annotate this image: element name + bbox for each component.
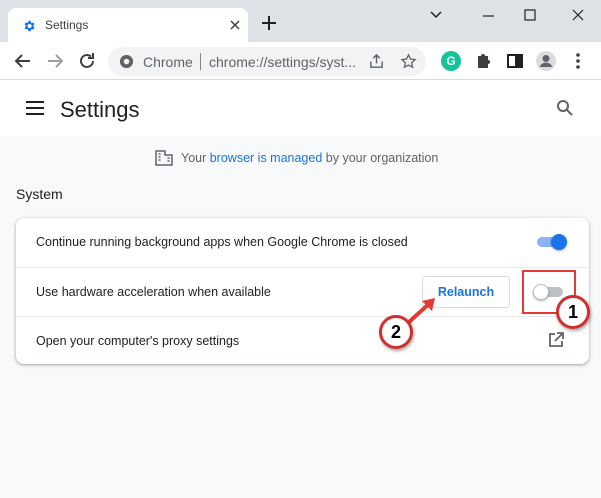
toggle-knob — [551, 234, 567, 250]
external-link-icon[interactable] — [547, 331, 565, 349]
building-icon — [155, 150, 173, 166]
side-panel-icon[interactable] — [504, 50, 526, 72]
grammarly-extension-icon[interactable]: G — [441, 51, 461, 71]
reload-icon[interactable] — [76, 50, 98, 72]
puzzle-icon[interactable] — [472, 50, 494, 72]
profile-avatar-icon[interactable] — [535, 50, 557, 72]
tab-title: Settings — [45, 18, 89, 32]
managed-suffix: by your organization — [322, 151, 439, 165]
maximize-icon[interactable] — [506, 4, 552, 26]
gear-icon — [24, 20, 35, 32]
setting-row-hardware-acceleration: Use hardware acceleration when available… — [16, 267, 589, 316]
browser-toolbar: Chrome chrome://settings/syst... G — [0, 42, 601, 80]
chevron-down-icon[interactable] — [420, 4, 466, 26]
setting-label: Use hardware acceleration when available — [36, 285, 271, 299]
window-close-icon[interactable] — [555, 4, 601, 26]
settings-header: Settings — [0, 80, 601, 136]
annotation-step-1: 1 — [556, 295, 590, 329]
site-label: Chrome — [143, 54, 193, 70]
tab-strip: Settings — [0, 0, 601, 42]
page-title: Settings — [60, 97, 140, 122]
address-bar[interactable]: Chrome chrome://settings/syst... — [108, 47, 426, 76]
kebab-menu-icon[interactable] — [567, 50, 589, 72]
close-icon[interactable] — [228, 18, 242, 32]
setting-row-proxy[interactable]: Open your computer's proxy settings — [16, 316, 589, 364]
omnibox-divider — [200, 53, 201, 70]
chrome-icon — [119, 54, 134, 69]
search-icon[interactable] — [556, 99, 574, 117]
section-title: System — [16, 186, 63, 202]
minimize-icon[interactable] — [465, 4, 511, 26]
browser-managed-link[interactable]: browser is managed — [210, 151, 323, 165]
new-tab-icon[interactable] — [260, 14, 278, 32]
background-apps-toggle[interactable] — [535, 234, 567, 250]
url-text[interactable]: chrome://settings/syst... — [209, 54, 356, 70]
forward-arrow-icon[interactable] — [44, 50, 66, 72]
managed-prefix: Your — [181, 151, 210, 165]
tab-settings[interactable]: Settings — [8, 8, 248, 42]
annotation-step-2: 2 — [379, 315, 413, 349]
setting-row-background-apps: Continue running background apps when Go… — [16, 218, 589, 267]
setting-label: Open your computer's proxy settings — [36, 334, 240, 348]
share-icon[interactable] — [368, 53, 385, 70]
system-settings-card: Continue running background apps when Go… — [16, 218, 589, 364]
settings-content: Your browser is managed by your organiza… — [0, 136, 601, 498]
back-arrow-icon[interactable] — [12, 50, 34, 72]
hamburger-menu-icon[interactable] — [26, 100, 44, 116]
star-icon[interactable] — [400, 53, 417, 70]
setting-label: Continue running background apps when Go… — [36, 235, 408, 249]
